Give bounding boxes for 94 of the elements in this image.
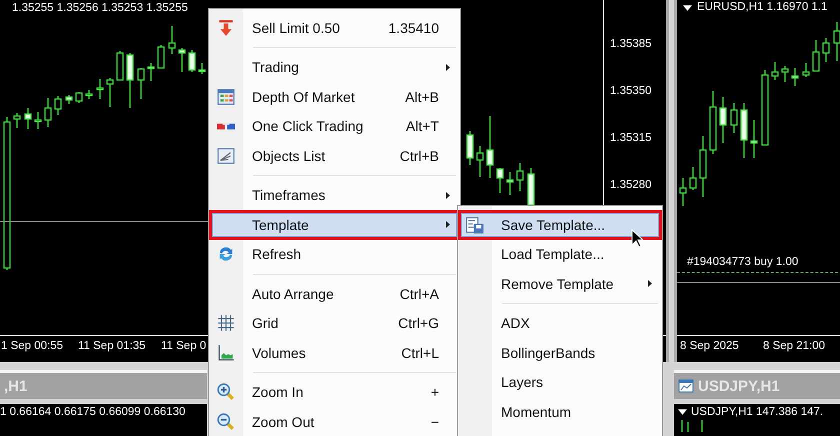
mouse-cursor-icon	[631, 229, 643, 248]
candlestick	[771, 62, 779, 80]
candlestick	[54, 96, 62, 115]
candlestick	[527, 168, 535, 206]
order-label: #194034773 buy 1.00	[687, 256, 798, 268]
time-label: 8 Sep 21:00	[763, 340, 826, 352]
candlestick	[822, 38, 830, 62]
candlestick	[137, 68, 145, 99]
candlestick	[85, 90, 93, 99]
price-label: 1.35350	[610, 85, 652, 97]
save-icon	[466, 216, 484, 234]
candlestick	[486, 116, 494, 178]
candlestick	[466, 131, 474, 165]
menu-item[interactable]: Depth Of Market Alt+B	[209, 82, 460, 112]
menu-item[interactable]: Load Template...	[458, 240, 662, 269]
candlestick	[24, 108, 32, 129]
candlestick	[13, 113, 21, 128]
volume-chart-icon	[217, 344, 235, 362]
candlestick	[699, 136, 707, 197]
menu-item[interactable]: BollingerBands	[458, 338, 662, 368]
candlestick	[689, 167, 697, 190]
candlestick	[506, 172, 514, 195]
time-label: 8 Sep 2025	[680, 340, 739, 352]
candlestick	[96, 79, 104, 99]
menu-item[interactable]: Volumes Ctrl+L	[209, 338, 460, 368]
submenu-arrow-icon	[446, 192, 450, 199]
candlestick	[730, 103, 738, 133]
candlestick	[709, 91, 717, 154]
candlestick	[168, 26, 176, 54]
menu-item[interactable]: Template	[209, 210, 460, 240]
submenu-arrow-icon	[446, 64, 450, 71]
dropdown-triangle-icon[interactable]	[683, 5, 692, 11]
price-label: 1.35315	[610, 132, 652, 144]
candlestick	[740, 103, 748, 158]
menu-item[interactable]: Grid Ctrl+G	[209, 308, 460, 338]
candlestick	[157, 45, 165, 69]
chart-header: 1.35255 1.35256 1.35253 1.35255	[12, 2, 188, 14]
zoom-in-icon	[217, 383, 235, 402]
candlestick	[701, 420, 703, 432]
candlestick	[34, 112, 42, 129]
menu-item[interactable]: Zoom In +	[209, 378, 460, 407]
submenu-arrow-icon	[446, 221, 450, 228]
time-label: 1 Sep 00:55	[1, 340, 64, 352]
menu-item[interactable]: Trading	[209, 52, 460, 82]
candlestick	[802, 63, 810, 77]
candlestick	[791, 68, 799, 86]
candlestick	[147, 63, 155, 81]
candlestick	[106, 78, 114, 107]
menu-item[interactable]: Timeframes	[209, 180, 460, 210]
menu-item[interactable]: Momentum	[458, 397, 662, 426]
candlestick	[126, 53, 134, 108]
candlestick	[781, 66, 789, 82]
price-label: 1.35280	[610, 179, 652, 191]
refresh-icon	[217, 245, 235, 264]
down-arrow-icon	[217, 18, 235, 37]
submenu-arrow-icon	[648, 280, 652, 288]
table-icon	[217, 88, 235, 106]
chart-header: 1 0.66164 0.66175 0.66099 0.66130	[0, 406, 186, 418]
dropdown-triangle-icon[interactable]	[678, 409, 687, 415]
candlestick	[44, 98, 52, 127]
candlestick	[178, 48, 186, 72]
menu-item[interactable]: Remove Template	[458, 269, 662, 298]
menu-item[interactable]: Zoom Out −	[209, 407, 460, 436]
menu-item[interactable]: Layers	[458, 368, 662, 397]
chart-window-icon	[678, 378, 694, 394]
candlestick	[679, 178, 687, 206]
menu-item[interactable]: Objects List Ctrl+B	[209, 141, 460, 170]
menu-item[interactable]: ADX	[458, 308, 662, 338]
candlestick	[476, 146, 484, 177]
time-label: 11 Sep 01:35	[78, 340, 146, 352]
grid-icon	[217, 314, 235, 332]
menu-item[interactable]: Refresh	[209, 240, 460, 269]
menu-item[interactable]: One Click Trading Alt+T	[209, 112, 460, 141]
candlestick	[75, 92, 83, 103]
chart-header: USDJPY,H1 147.386 147.	[691, 406, 824, 418]
time-label: 11 Sep 0	[161, 340, 206, 352]
candlestick	[516, 163, 524, 191]
price-label: 1.35385	[610, 38, 652, 50]
menu-item[interactable]: Auto Arrange Ctrl+A	[209, 279, 460, 308]
candlestick	[116, 51, 124, 81]
menu-item[interactable]: Sell Limit 0.50 1.35410	[209, 13, 460, 42]
menu-item[interactable]: Save Template...	[458, 210, 662, 240]
chart-header: EURUSD,H1 1.16970 1.1	[697, 1, 828, 13]
candlestick	[496, 168, 504, 193]
candlestick	[65, 95, 73, 104]
candlestick	[198, 63, 206, 74]
candlestick	[750, 120, 758, 158]
candlestick	[812, 40, 820, 72]
candlestick	[681, 420, 683, 432]
candlestick	[188, 50, 196, 72]
candlestick	[687, 422, 689, 432]
chart-icon	[217, 146, 235, 165]
zoom-out-icon	[217, 412, 235, 431]
candlestick	[719, 97, 727, 143]
